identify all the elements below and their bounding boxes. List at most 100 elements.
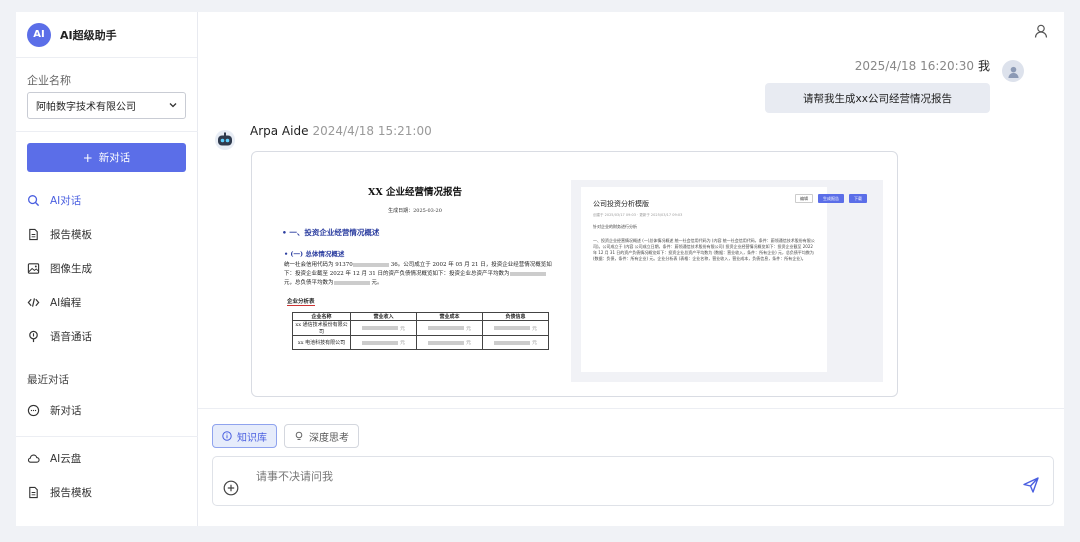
composer-divider [198,408,1064,409]
message-composer [212,456,1054,506]
sidebar-item-label: 语音通话 [50,330,92,343]
sidebar-item-label: AI云盘 [50,452,82,465]
report-heading-1: • 一、投资企业经营情况概述 [282,228,380,237]
redacted-bar [493,340,530,345]
user-message-time: 2025/4/18 16:20:30 [854,59,974,73]
document-icon [29,486,38,498]
redacted-bar [352,262,389,267]
download-button[interactable]: 下载 [849,194,867,203]
redacted-bar [427,326,464,330]
recent-chat-label: 新对话 [50,404,82,417]
report-heading-2-text: (一) 总体情况概述 [290,250,345,258]
report-body-part: 元，总负债平均数为 [284,280,334,286]
add-attachment-icon[interactable] [223,480,239,496]
preview-title: 公司投资分析模版 [593,200,649,208]
generate-report-button[interactable]: 生成报告 [818,194,844,203]
document-icon [29,228,38,240]
sidebar-item-report-template-2[interactable]: 报告模板 [27,482,92,502]
user-icon[interactable] [1033,23,1049,39]
code-icon [27,297,40,307]
bot-message-time: 2024/4/18 15:21:00 [312,124,432,138]
report-body: 统一社会信用代码为 91370 36。公司成立于 2002 年 05 月 21 日… [284,261,558,288]
report-title: XX 企业经营情况报告 [367,187,463,198]
template-preview-page: 公司投资分析模版 创建于 2025/03/17 09:03 · 更新于 2025… [581,187,827,372]
unit: 元 [531,325,537,332]
app-window: AI AI超级助手 企业名称 阿帕数字技术有限公司 + 新对话 AI对话 报告模… [16,12,1064,526]
preview-toolbar: 编辑 生成报告 下载 [795,194,867,203]
chevron-down-icon [169,103,177,108]
sidebar-item-ai-chat[interactable]: AI对话 [27,190,81,210]
redacted-bar [427,340,464,345]
report-heading-2: • (一) 总体情况概述 [284,250,345,258]
send-icon[interactable] [1022,476,1040,494]
person-icon [1007,66,1019,78]
redacted-bar [361,326,398,330]
company-select-value: 阿帕数字技术有限公司 [36,102,136,113]
table-cell: xx 通信技术股份有限公司 [292,320,351,336]
template-preview-pane: 公司投资分析模版 创建于 2025/03/17 09:03 · 更新于 2025… [571,180,883,382]
preview-subtitle: 针对企业的财务进行分析 [593,224,637,229]
cloud-icon [27,454,40,463]
user-avatar [1002,60,1024,82]
new-chat-button[interactable]: + 新对话 [27,143,186,172]
sidebar-item-ai-cloud[interactable]: AI云盘 [27,448,81,468]
table-cell: 元 [482,320,549,336]
table-row: xx 电池科技有限公司 元 元 元 [292,335,549,350]
message-input[interactable] [256,465,956,487]
chat-icon [27,404,40,416]
edit-button[interactable]: 编辑 [795,194,813,203]
brand-logo: AI [27,22,51,47]
report-heading-1-text: 一、投资企业经营情况概述 [289,228,380,237]
report-document: XX 企业经营情况报告 生成日期：2025-03-20 • 一、投资企业经营情况… [262,168,568,386]
table-header-row: 企业名称 营业收入 营业成本 负债信息 [292,312,549,321]
sidebar-item-voice-call[interactable]: 语音通话 [27,326,92,346]
new-chat-label: 新对话 [98,152,131,164]
sidebar-item-image-gen[interactable]: 图像生成 [27,258,92,278]
brand-name: AI超级助手 [60,28,117,42]
unit: 元 [531,340,537,346]
deep-think-toggle[interactable]: 深度思考 [284,424,359,448]
redacted-bar [493,326,530,330]
brand: AI AI超级助手 [16,12,197,58]
unit: 元 [399,340,405,346]
recent-chat-item[interactable]: 新对话 [27,400,82,420]
preview-body: 一、投资企业经营情况概述 (一)总体情况概述 统一社会信用代码为 (内容 统一社… [593,238,815,261]
table-header: 负债信息 [482,312,549,321]
table-cell: 元 [416,320,483,336]
sidebar-item-label: 图像生成 [50,262,92,275]
search-icon [28,194,40,206]
report-body-part: 元。 [371,280,383,286]
sidebar-divider [16,131,198,132]
chat-main: 2025/4/18 16:20:30 我 请帮我生成xx公司经营情况报告 Arpa… [198,12,1064,526]
bulb-icon [295,431,303,440]
table-cell: 元 [482,335,549,350]
report-table: 企业名称 营业收入 营业成本 负债信息 xx 通信技术股份有限公司 元 元 元 … [292,312,549,350]
recent-chats-heading: 最近对话 [27,374,69,386]
table-cell: xx 电池科技有限公司 [292,335,351,350]
table-cell: 元 [416,335,483,350]
knowledge-base-toggle[interactable]: 知识库 [212,424,277,448]
sidebar-item-label: 报告模板 [50,486,92,499]
redacted-bar [361,340,398,345]
info-icon [222,431,232,441]
image-icon [27,262,40,274]
table-header: 营业成本 [416,312,483,321]
bot-message-card[interactable]: XX 企业经营情况报告 生成日期：2025-03-20 • 一、投资企业经营情况… [251,151,898,397]
knowledge-base-label: 知识库 [237,432,267,444]
report-table-title: 企业分析表 [287,299,315,306]
redacted-bar [509,271,546,276]
preview-meta: 创建于 2025/03/17 09:03 · 更新于 2025/03/17 09… [593,213,683,217]
table-row: xx 通信技术股份有限公司 元 元 元 [292,320,549,336]
sidebar: AI AI超级助手 企业名称 阿帕数字技术有限公司 + 新对话 AI对话 报告模… [16,12,198,526]
table-cell: 元 [350,320,417,336]
sidebar-item-label: 报告模板 [50,228,92,241]
sidebar-item-label: AI对话 [50,194,82,207]
company-select[interactable]: 阿帕数字技术有限公司 [27,92,186,119]
table-header: 企业名称 [292,312,351,321]
unit: 元 [399,325,405,332]
bot-avatar-icon [215,130,235,150]
sidebar-item-report-template[interactable]: 报告模板 [27,224,92,244]
plus-icon: + [82,150,93,165]
user-message-meta: 2025/4/18 16:20:30 我 [855,57,990,74]
sidebar-item-ai-coding[interactable]: AI编程 [27,292,81,312]
